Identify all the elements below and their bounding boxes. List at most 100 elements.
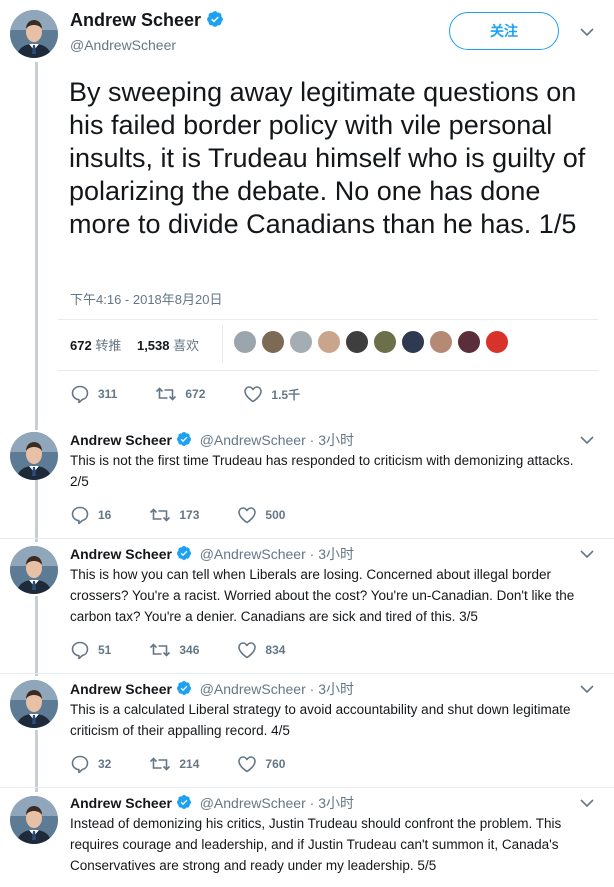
author-name[interactable]: Andrew Scheer [70,546,172,562]
tweet-actions: 51 346 834 [70,640,323,660]
liker-avatar[interactable] [429,330,453,354]
author-name[interactable]: Andrew Scheer [70,681,172,697]
liker-avatar[interactable] [373,330,397,354]
author-name[interactable]: Andrew Scheer [70,432,172,448]
chevron-down-icon[interactable] [580,549,594,559]
liker-avatar[interactable] [345,330,369,354]
author-handle[interactable]: @AndrewScheer [70,37,176,53]
like-count: 760 [265,757,286,771]
author-handle[interactable]: @AndrewScheer · 3小时 [200,546,354,562]
divider [0,538,614,539]
like-icon [237,506,257,524]
thread-connector [35,62,38,430]
tweet-actions: 311 672 1.5千 [70,384,338,404]
divider [58,319,598,320]
retweet-count: 173 [179,508,200,522]
liker-avatar[interactable] [289,330,313,354]
verified-badge-icon [176,680,192,696]
like-button[interactable]: 760 [237,755,285,773]
like-button[interactable]: 1.5千 [243,385,300,403]
liker-avatar[interactable] [457,330,481,354]
retweets-count[interactable]: 672 [70,338,92,353]
reply-header: Andrew Scheer @AndrewScheer · 3小时 [70,430,354,450]
like-icon [237,755,257,773]
reply-icon [70,384,90,404]
retweet-icon [149,755,171,773]
retweet-button[interactable]: 173 [149,506,199,524]
retweet-icon [149,506,171,524]
author-handle[interactable]: @AndrewScheer · 3小时 [200,432,354,448]
author-handle[interactable]: @AndrewScheer · 3小时 [200,681,354,697]
tweet-timestamp[interactable]: 下午4:16 - 2018年8月20日 [70,289,222,308]
divider [0,673,614,674]
like-count: 1.5千 [271,387,301,402]
retweets-label[interactable]: 转推 [95,338,121,353]
author-handle[interactable]: @AndrewScheer · 3小时 [200,795,354,811]
avatar[interactable] [10,680,58,728]
tweet-text: By sweeping away legitimate questions on… [69,77,586,239]
liker-avatar[interactable] [317,330,341,354]
author-name[interactable]: Andrew Scheer [70,10,224,31]
reply-header: Andrew Scheer @AndrewScheer · 3小时 [70,544,354,564]
like-button[interactable]: 500 [237,506,285,524]
avatar[interactable] [10,432,58,480]
thread-connector [35,596,38,676]
liker-avatar[interactable] [233,330,257,354]
stats-separator [222,325,223,363]
tweet-actions: 16 173 500 [70,505,323,525]
retweet-icon [155,385,177,403]
retweet-button[interactable]: 214 [149,755,199,773]
avatar[interactable] [10,546,58,594]
avatar[interactable] [10,796,58,844]
liker-avatar[interactable] [401,330,425,354]
divider [0,787,614,788]
verified-badge-icon [176,545,192,561]
like-count: 500 [265,508,286,522]
retweet-count: 214 [179,757,200,771]
reply-icon [70,505,90,525]
thread-connector [35,730,38,792]
reply-header: Andrew Scheer @AndrewScheer · 3小时 [70,679,354,699]
reply-count: 311 [98,387,118,401]
tweet-text: Instead of demonizing his critics, Justi… [70,816,562,873]
reply-button[interactable]: 51 [70,640,111,660]
follow-button[interactable]: 关注 [449,12,559,50]
reply-icon [70,640,90,660]
reply-icon [70,754,90,774]
author-name[interactable]: Andrew Scheer [70,795,172,811]
chevron-down-icon[interactable] [580,435,594,445]
retweet-button[interactable]: 346 [149,641,199,659]
chevron-down-icon[interactable] [580,684,594,694]
reply-count: 16 [98,508,112,522]
like-icon [243,385,263,403]
retweet-icon [149,641,171,659]
tweet-text: This is a calculated Liberal strategy to… [70,702,571,738]
reply-header: Andrew Scheer @AndrewScheer · 3小时 [70,793,354,813]
reply-button[interactable]: 16 [70,505,111,525]
reply-button[interactable]: 32 [70,754,111,774]
like-icon [237,641,257,659]
thread-connector [35,480,38,542]
verified-badge-icon [206,10,224,28]
divider [58,370,598,371]
tweet-text: This is not the first time Trudeau has r… [70,453,574,489]
reply-count: 32 [98,757,112,771]
liker-avatar[interactable] [261,330,285,354]
reply-count: 51 [98,643,112,657]
tweet-actions: 32 214 760 [70,754,323,774]
likes-count[interactable]: 1,538 [137,338,170,353]
liker-avatars [233,330,513,354]
reply-button[interactable]: 311 [70,384,117,404]
avatar[interactable] [10,10,58,58]
likes-label[interactable]: 喜欢 [173,338,199,353]
chevron-down-icon[interactable] [580,27,594,37]
verified-badge-icon [176,794,192,810]
retweet-button[interactable]: 672 [155,385,205,403]
author-name-text[interactable]: Andrew Scheer [70,10,201,30]
liker-avatar[interactable] [485,330,509,354]
like-button[interactable]: 834 [237,641,285,659]
tweet-text: This is how you can tell when Liberals a… [70,567,575,624]
chevron-down-icon[interactable] [580,798,594,808]
verified-badge-icon [176,431,192,447]
retweet-count: 346 [179,643,200,657]
